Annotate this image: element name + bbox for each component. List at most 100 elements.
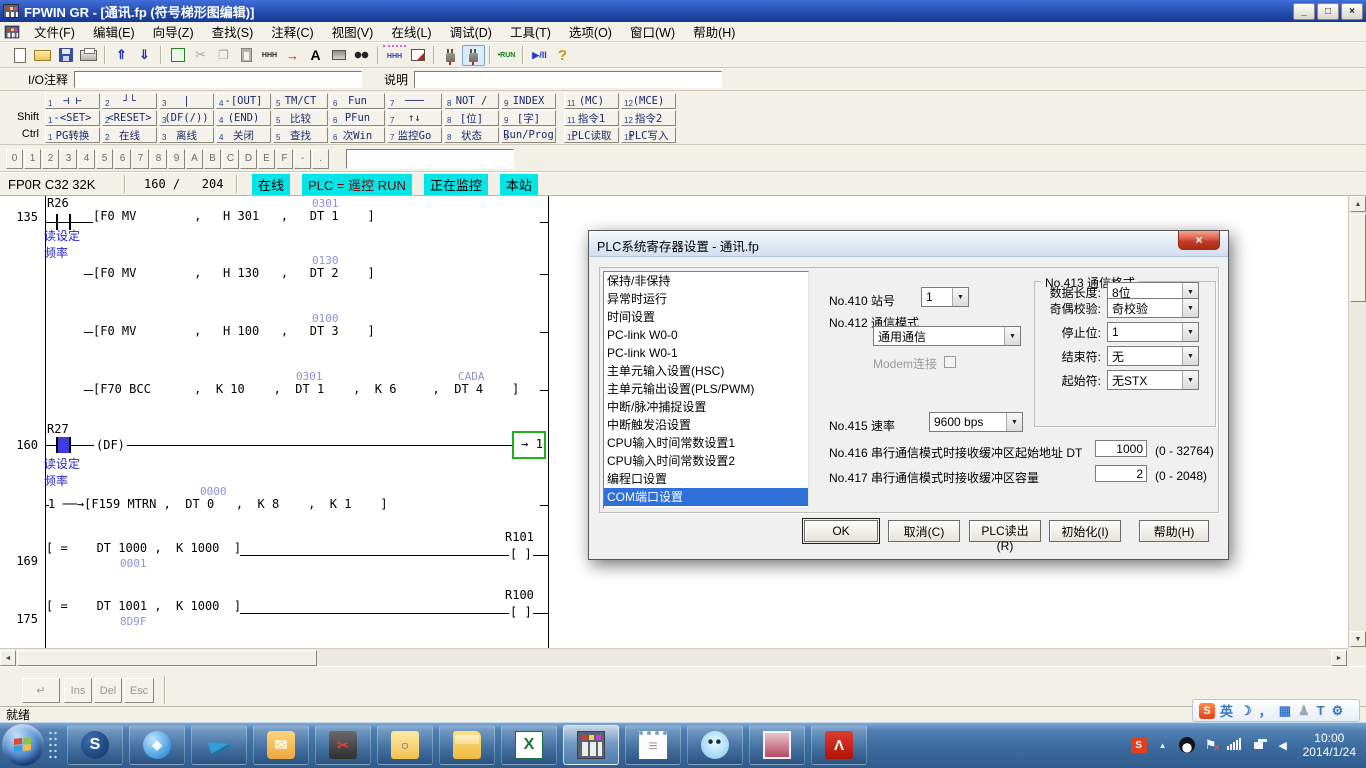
tray-qq-icon[interactable] [1179, 737, 1195, 753]
ime-keyboard-icon[interactable]: ▦ [1279, 703, 1291, 719]
dropdown-arrow-icon[interactable] [1182, 323, 1198, 341]
comm-format-select[interactable]: 1 [1107, 322, 1199, 342]
function-key[interactable]: 5TM/CT [273, 93, 328, 109]
register-list-item[interactable]: PC-link W0-0 [604, 326, 808, 344]
ime-punctuation-icon[interactable]: ， [1259, 701, 1272, 720]
dialog-help-button[interactable]: 帮助(H) [1139, 520, 1209, 542]
jump-icon[interactable] [281, 45, 304, 66]
edit-key[interactable]: ↵ [22, 678, 60, 703]
numeric-key[interactable]: 1 [24, 149, 41, 169]
taskbar-app-adobe-reader[interactable] [811, 725, 867, 765]
numeric-key[interactable]: 9 [168, 149, 185, 169]
function-key-ctrl[interactable]: 3离线 [159, 127, 214, 143]
numeric-key[interactable]: E [258, 149, 275, 169]
numeric-key[interactable]: - [294, 149, 311, 169]
station-number-select[interactable]: 1 [921, 287, 969, 307]
numeric-key[interactable]: D [240, 149, 257, 169]
register-category-list[interactable]: 保持/非保持异常时运行时间设置PC-link W0-0PC-link W0-1主… [603, 271, 809, 509]
instruction[interactable]: [F0 MV , H 100 , DT 3 ] [93, 324, 375, 338]
taskbar-app-fpwin-gr[interactable] [563, 725, 619, 765]
run-prog-toggle-icon[interactable] [528, 45, 551, 66]
dropdown-arrow-icon[interactable] [1182, 347, 1198, 365]
function-key-shift[interactable]: 9[字] [501, 110, 556, 126]
entry-input[interactable] [346, 149, 514, 169]
function-key[interactable]: 11(MC) [564, 93, 619, 109]
buffer-start-input[interactable] [1095, 440, 1147, 457]
function-key-shift[interactable]: 8[位] [444, 110, 499, 126]
close-button[interactable]: × [1341, 3, 1363, 20]
register-list-item[interactable]: 中断触发沿设置 [604, 416, 808, 434]
function-key-shift[interactable]: 12指令2 [621, 110, 676, 126]
comm-mode-select[interactable]: 通用通信 [873, 326, 1021, 346]
dropdown-arrow-icon[interactable] [1006, 413, 1022, 431]
print-icon[interactable] [77, 45, 100, 66]
function-key-ctrl[interactable]: 7监控Go [387, 127, 442, 143]
menu-item[interactable]: 选项(O) [560, 21, 621, 43]
block-icon[interactable] [327, 45, 350, 66]
dropdown-arrow-icon[interactable] [1004, 327, 1020, 345]
register-list-item[interactable]: 中断/脉冲捕捉设置 [604, 398, 808, 416]
compare-instruction[interactable]: [ = DT 1000 , K 1000 ] [46, 541, 241, 555]
taskbar-app-excel[interactable] [501, 725, 557, 765]
function-key-ctrl[interactable]: 4关闭 [216, 127, 271, 143]
function-key[interactable]: 4-[OUT] [216, 93, 271, 109]
function-key[interactable]: 6Fun [330, 93, 385, 109]
numeric-key[interactable]: 4 [78, 149, 95, 169]
cancel-button[interactable]: 取消(C) [888, 520, 960, 542]
menu-item[interactable]: 查找(S) [203, 21, 263, 43]
register-list-item[interactable]: CPU输入时间常数设置2 [604, 452, 808, 470]
function-key-shift[interactable]: 1-<SET> [45, 110, 100, 126]
register-list-item[interactable]: 时间设置 [604, 308, 808, 326]
function-key-ctrl[interactable]: 1PG转换 [45, 127, 100, 143]
new-file-icon[interactable] [8, 45, 31, 66]
modem-checkbox[interactable] [944, 356, 956, 368]
function-key-ctrl[interactable]: 11PLC读取 [564, 127, 619, 143]
taskbar-app-outlook[interactable] [253, 725, 309, 765]
numeric-key[interactable]: 8 [150, 149, 167, 169]
vertical-scroll-thumb[interactable] [1350, 214, 1366, 302]
menu-item[interactable]: 向导(Z) [144, 21, 203, 43]
function-key-shift[interactable]: 3(DF(/)) [159, 110, 214, 126]
taskbar-app-photo[interactable] [749, 725, 805, 765]
horizontal-scrollbar[interactable]: ◄ ► [0, 648, 1348, 666]
help-icon[interactable] [551, 45, 574, 66]
horizontal-scroll-thumb[interactable] [17, 650, 317, 666]
register-list-item[interactable]: 异常时运行 [604, 290, 808, 308]
contact-edit-icon[interactable] [258, 45, 281, 66]
register-list-item[interactable]: CPU输入时间常数设置1 [604, 434, 808, 452]
taskbar-clock[interactable]: 10:00 2014/1/24 [1303, 731, 1356, 759]
instruction[interactable]: [F0 MV , H 130 , DT 2 ] [93, 266, 375, 280]
baud-rate-select[interactable]: 9600 bps [929, 412, 1023, 432]
ime-account-icon[interactable]: ♟ [1298, 703, 1310, 719]
numeric-key[interactable]: C [222, 149, 239, 169]
function-key[interactable]: 2┘└ [102, 93, 157, 109]
tray-sogou-icon[interactable]: S [1131, 737, 1147, 753]
instruction[interactable]: [F0 MV , H 301 , DT 1 ] [93, 209, 375, 223]
taskbar-app-capture-tool[interactable] [315, 725, 371, 765]
monitor-icon[interactable] [383, 45, 406, 66]
function-key-shift[interactable]: 2<RESET> [102, 110, 157, 126]
ime-skin-icon[interactable]: ☽ [1240, 703, 1252, 719]
taskbar-app-browser[interactable] [129, 725, 185, 765]
edit-key[interactable]: Esc [124, 678, 154, 703]
register-list-item[interactable]: COM端口设置 [604, 488, 808, 506]
menu-item[interactable]: 工具(T) [501, 21, 560, 43]
taskbar-app-mail-bird[interactable] [191, 725, 247, 765]
coil-symbol[interactable]: [ ] [509, 605, 533, 619]
function-key[interactable]: 8NOT / [444, 93, 499, 109]
tray-network-error-icon[interactable] [1203, 737, 1219, 753]
find-icon[interactable] [350, 45, 373, 66]
numeric-key[interactable]: 7 [132, 149, 149, 169]
function-key[interactable]: 12(MCE) [621, 93, 676, 109]
comm-format-select[interactable]: 奇校验 [1107, 298, 1199, 318]
buffer-capacity-input[interactable] [1095, 465, 1147, 482]
taskbar-app-notepad[interactable] [625, 725, 681, 765]
tray-volume-icon[interactable] [1275, 737, 1291, 753]
cut-icon[interactable] [189, 45, 212, 66]
function-key-ctrl[interactable]: 2在线 [102, 127, 157, 143]
ladder-cursor[interactable]: → 1 [512, 431, 546, 459]
tray-signal-icon[interactable] [1227, 737, 1243, 753]
minimize-button[interactable]: _ [1293, 3, 1315, 20]
function-key-ctrl[interactable]: 5查找 [273, 127, 328, 143]
taskbar-app-search[interactable] [377, 725, 433, 765]
